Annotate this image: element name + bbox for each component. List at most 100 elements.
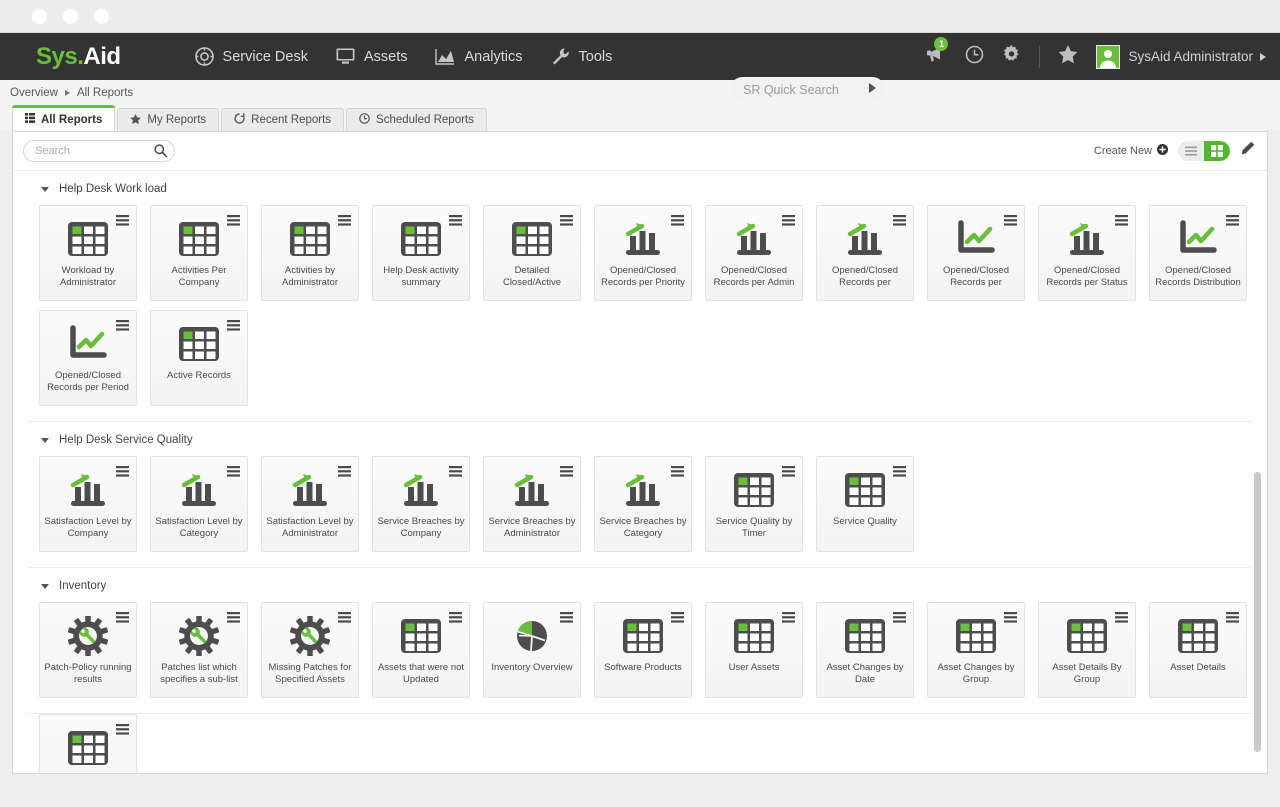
clock-icon [965, 45, 984, 69]
card-menu-button[interactable] [1115, 213, 1128, 231]
card-menu-button[interactable] [227, 318, 240, 336]
card-menu-button[interactable] [338, 213, 351, 231]
report-card[interactable]: Inventory Overview [483, 602, 581, 698]
minimize-dot[interactable] [32, 9, 47, 24]
report-card[interactable]: Satisfaction Level by Category [150, 456, 248, 552]
report-card[interactable]: Assets that were not Updated [372, 602, 470, 698]
close-dot[interactable] [94, 9, 109, 24]
card-menu-button[interactable] [782, 464, 795, 482]
report-card[interactable]: Software Products [594, 602, 692, 698]
breadcrumb-parent[interactable]: Overview [10, 87, 58, 99]
edit-button[interactable] [1240, 141, 1255, 161]
report-card[interactable]: Asset Details By Group [1038, 602, 1136, 698]
card-menu-button[interactable] [227, 213, 240, 231]
card-menu-button[interactable] [782, 610, 795, 628]
report-card[interactable]: User Assets [705, 602, 803, 698]
search-submit-arrow-icon[interactable] [869, 83, 876, 93]
group-header[interactable]: Inventory [13, 568, 1267, 602]
report-card[interactable] [39, 714, 137, 774]
report-card[interactable]: Patch-Policy running results [39, 602, 137, 698]
search-input[interactable] [23, 140, 175, 162]
card-menu-button[interactable] [893, 610, 906, 628]
reports-scroll-area[interactable]: Help Desk Work load Workload by Administ… [13, 171, 1267, 774]
list-view-button[interactable] [1178, 141, 1204, 161]
report-card[interactable]: Opened/Closed Records per Period [39, 310, 137, 406]
grid-view-button[interactable] [1204, 141, 1230, 161]
tab-scheduled-reports[interactable]: Scheduled Reports [346, 108, 487, 131]
card-menu-button[interactable] [227, 464, 240, 482]
card-menu-button[interactable] [893, 464, 906, 482]
nav-item-analytics[interactable]: Analytics [435, 48, 522, 65]
card-menu-button[interactable] [1004, 610, 1017, 628]
report-card[interactable]: Activities Per Company [150, 205, 248, 301]
report-card[interactable]: Asset Details [1149, 602, 1247, 698]
report-card[interactable]: Satisfaction Level by Company [39, 456, 137, 552]
notifications-button[interactable]: 1 [926, 44, 947, 69]
report-card[interactable]: Service Breaches by Company [372, 456, 470, 552]
report-card[interactable]: Service Breaches by Category [594, 456, 692, 552]
tab-all-reports[interactable]: All Reports [12, 107, 115, 131]
maximize-dot[interactable] [63, 9, 78, 24]
card-menu-button[interactable] [671, 610, 684, 628]
card-menu-button[interactable] [671, 464, 684, 482]
report-card[interactable]: Opened/Closed Records per Urgency [816, 205, 914, 301]
group-header[interactable]: Help Desk Service Quality [13, 422, 1267, 456]
card-menu-button[interactable] [449, 464, 462, 482]
vertical-scrollbar[interactable] [1256, 172, 1264, 772]
report-card[interactable]: Activities by Administrator [261, 205, 359, 301]
card-menu-button[interactable] [560, 213, 573, 231]
report-card[interactable]: Opened/Closed Records per Category [927, 205, 1025, 301]
report-card[interactable]: Opened/Closed Records per Admin [705, 205, 803, 301]
tab-my-reports[interactable]: My Reports [117, 108, 219, 131]
report-card[interactable]: Opened/Closed Records per Status [1038, 205, 1136, 301]
report-card[interactable]: Help Desk activity summary [372, 205, 470, 301]
card-menu-button[interactable] [560, 610, 573, 628]
nav-item-assets[interactable]: Assets [336, 48, 408, 65]
card-menu-button[interactable] [449, 610, 462, 628]
nav-item-tools[interactable]: Tools [551, 47, 613, 66]
search-icon[interactable] [154, 144, 167, 162]
report-card[interactable]: Satisfaction Level by Administrator [261, 456, 359, 552]
card-menu-button[interactable] [1226, 610, 1239, 628]
report-card[interactable]: Detailed Closed/Active Records by Entity [483, 205, 581, 301]
report-card[interactable]: Service Breaches by Administrator [483, 456, 581, 552]
card-menu-button[interactable] [227, 610, 240, 628]
report-card[interactable]: Asset Changes by Date [816, 602, 914, 698]
card-menu-button[interactable] [1115, 610, 1128, 628]
card-menu-button[interactable] [116, 722, 129, 740]
report-card[interactable]: Service Quality by Timer [705, 456, 803, 552]
report-card-label: Service Breaches by Category [595, 515, 691, 539]
card-menu-button[interactable] [338, 464, 351, 482]
report-card[interactable]: Service Quality [816, 456, 914, 552]
favorites-button[interactable] [1058, 45, 1078, 69]
card-menu-button[interactable] [560, 464, 573, 482]
report-card[interactable]: Patches list which specifies a sub-list … [150, 602, 248, 698]
card-menu-button[interactable] [1226, 213, 1239, 231]
card-menu-button[interactable] [671, 213, 684, 231]
card-menu-button[interactable] [116, 464, 129, 482]
tab-recent-reports[interactable]: Recent Reports [221, 108, 344, 131]
create-new-button[interactable]: Create New [1094, 144, 1168, 158]
report-card[interactable]: Opened/Closed Records Distribution [1149, 205, 1247, 301]
card-menu-button[interactable] [338, 610, 351, 628]
scrollbar-thumb[interactable] [1254, 472, 1261, 752]
card-menu-button[interactable] [116, 213, 129, 231]
settings-button[interactable] [1002, 45, 1021, 69]
report-card[interactable]: Opened/Closed Records per Priority [594, 205, 692, 301]
card-menu-button[interactable] [116, 610, 129, 628]
sysaid-logo[interactable]: Sys.Aid [36, 43, 121, 71]
user-menu[interactable]: SysAid Administrator [1096, 45, 1266, 69]
report-card[interactable]: Missing Patches for Specified Assets [261, 602, 359, 698]
report-card[interactable]: Asset Changes by Group [927, 602, 1025, 698]
report-card[interactable]: Workload by Administrator [39, 205, 137, 301]
card-menu-button[interactable] [893, 213, 906, 231]
nav-item-service-desk[interactable]: Service Desk [195, 47, 308, 66]
report-card[interactable]: Active Records [150, 310, 248, 406]
sr-quick-search-input[interactable] [730, 77, 885, 102]
card-menu-button[interactable] [782, 213, 795, 231]
group-header[interactable]: Help Desk Work load [13, 171, 1267, 205]
card-menu-button[interactable] [116, 318, 129, 336]
card-menu-button[interactable] [449, 213, 462, 231]
card-menu-button[interactable] [1004, 213, 1017, 231]
history-button[interactable] [965, 45, 984, 69]
